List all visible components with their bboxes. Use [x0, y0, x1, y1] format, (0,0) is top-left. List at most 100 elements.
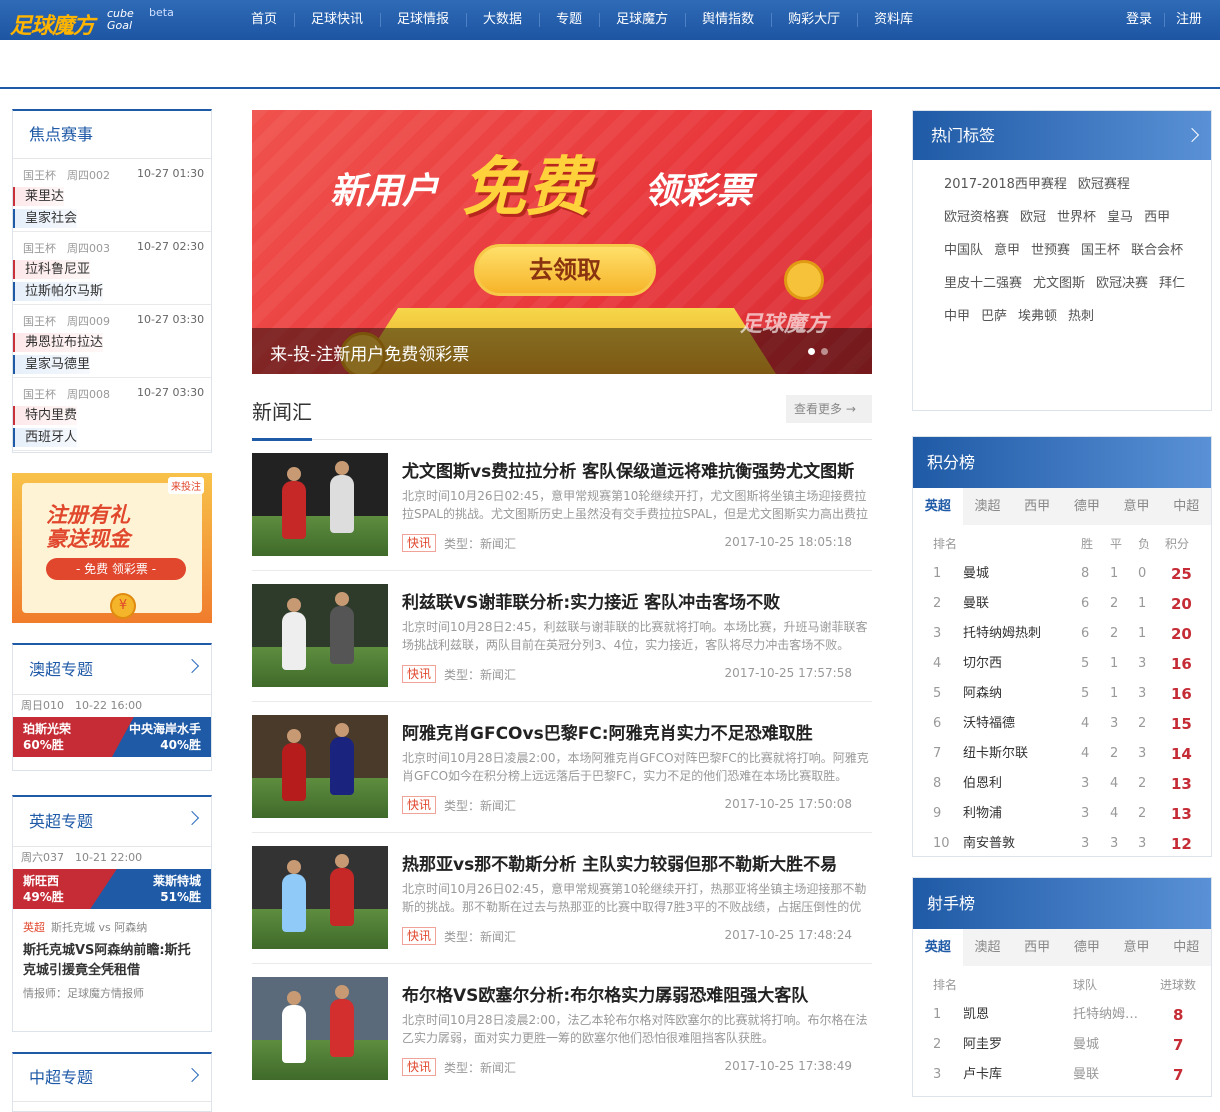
- hot-tag[interactable]: 世界杯: [1057, 209, 1096, 227]
- scorer-row[interactable]: 2 阿圭罗 曼城 7: [913, 1030, 1211, 1060]
- epl-special-header[interactable]: 英超专题: [13, 797, 211, 847]
- away-team[interactable]: 皇家马德里: [13, 355, 91, 374]
- hot-tag[interactable]: 拜仁: [1159, 275, 1185, 293]
- player-name[interactable]: 卢卡库: [963, 1060, 1002, 1090]
- nav-item[interactable]: 舆情指数: [685, 0, 771, 40]
- standings-row[interactable]: 8 伯恩利 3 4 2 13: [913, 769, 1211, 799]
- hot-tag[interactable]: 世预赛: [1031, 242, 1070, 260]
- team-name[interactable]: 伯恩利: [963, 769, 1002, 799]
- home-team[interactable]: 弗恩拉布拉达: [13, 333, 104, 352]
- au-special-header[interactable]: 澳超专题: [13, 645, 211, 695]
- league-tab[interactable]: 澳超: [963, 929, 1013, 966]
- focus-match-row[interactable]: 国王杯 周四009 10-27 03:30 弗恩拉布拉达 皇家马德里: [13, 305, 211, 378]
- news-tag[interactable]: 快讯: [402, 796, 437, 814]
- away-team[interactable]: 西班牙人: [13, 428, 78, 447]
- news-item[interactable]: 尤文图斯vs费拉拉分析 客队保级道远将难抗衡强势尤文图斯 北京时间10月26日02…: [252, 453, 872, 556]
- news-thumbnail[interactable]: [252, 453, 388, 556]
- news-thumbnail[interactable]: [252, 846, 388, 949]
- hot-tag[interactable]: 皇马: [1107, 209, 1133, 227]
- league-tab[interactable]: 意甲: [1112, 929, 1162, 966]
- hot-tag[interactable]: 欧冠赛程: [1078, 176, 1130, 194]
- nav-item[interactable]: 足球情报: [380, 0, 466, 40]
- nav-item[interactable]: 首页: [234, 0, 294, 40]
- league-tab[interactable]: 中超: [1161, 929, 1211, 966]
- hot-tag[interactable]: 中国队: [944, 242, 983, 260]
- news-item[interactable]: 阿雅克肖GFCOvs巴黎FC:阿雅克肖实力不足恐难取胜 北京时间10月28日凌晨2…: [252, 715, 872, 818]
- promo-banner-carousel[interactable]: 新用户 免费 领彩票 去领取 来-投-注新用户免费领彩票 足球魔方: [252, 110, 872, 374]
- standings-row[interactable]: 9 利物浦 3 4 2 13: [913, 799, 1211, 829]
- nav-item[interactable]: 足球魔方: [599, 0, 685, 40]
- hot-tag[interactable]: 尤文图斯: [1033, 275, 1085, 293]
- hot-tag[interactable]: 埃弗顿: [1018, 308, 1057, 326]
- hot-tag[interactable]: 意甲: [994, 242, 1020, 260]
- standings-row[interactable]: 10 南安普敦 3 3 3 12: [913, 829, 1211, 859]
- team-name[interactable]: 曼联: [963, 589, 989, 619]
- hot-tag[interactable]: 热刺: [1068, 308, 1094, 326]
- team-name[interactable]: 纽卡斯尔联: [963, 739, 1028, 769]
- team-name[interactable]: 托特纳姆热刺: [963, 619, 1041, 649]
- standings-row[interactable]: 4 切尔西 5 1 3 16: [913, 649, 1211, 679]
- home-team[interactable]: 拉科鲁尼亚: [13, 260, 91, 279]
- team-name[interactable]: 利物浦: [963, 799, 1002, 829]
- team-name[interactable]: 曼城: [963, 559, 989, 589]
- news-thumbnail[interactable]: [252, 715, 388, 818]
- focus-match-row[interactable]: 国王杯 周四002 10-27 01:30 莱里达 皇家社会: [13, 159, 211, 232]
- news-tag[interactable]: 快讯: [402, 534, 437, 552]
- nav-item[interactable]: 购彩大厅: [771, 0, 857, 40]
- news-tag[interactable]: 快讯: [402, 927, 437, 945]
- hot-tags-header[interactable]: 热门标签: [913, 111, 1211, 160]
- news-tag[interactable]: 快讯: [402, 1058, 437, 1076]
- nav-item[interactable]: 专题: [539, 0, 599, 40]
- hot-tag[interactable]: 欧冠资格赛: [944, 209, 1009, 227]
- team-name[interactable]: 阿森纳: [963, 679, 1002, 709]
- home-team[interactable]: 特内里费: [13, 406, 78, 425]
- league-tab[interactable]: 英超: [913, 929, 963, 966]
- nav-item[interactable]: 大数据: [466, 0, 539, 40]
- register-promo-ad[interactable]: 来投注 注册有礼 豪送现金 - 免费 领彩票 - ¥: [12, 473, 212, 623]
- carousel-dot[interactable]: [821, 348, 828, 355]
- team-name[interactable]: 切尔西: [963, 649, 1002, 679]
- standings-row[interactable]: 5 阿森纳 5 1 3 16: [913, 679, 1211, 709]
- standings-row[interactable]: 1 曼城 8 1 0 25: [913, 559, 1211, 589]
- hot-tag[interactable]: 巴萨: [981, 308, 1007, 326]
- news-title[interactable]: 尤文图斯vs费拉拉分析 客队保级道远将难抗衡强势尤文图斯: [402, 457, 854, 482]
- scorer-row[interactable]: 3 卢卡库 曼联 7: [913, 1060, 1211, 1090]
- epl-win-probability-bar[interactable]: 斯旺西 49%胜 莱斯特城 51%胜: [13, 869, 211, 909]
- hot-tag[interactable]: 国王杯: [1081, 242, 1120, 260]
- au-win-probability-bar[interactable]: 珀斯光荣 60%胜 中央海岸水手 40%胜: [13, 717, 211, 757]
- focus-match-row[interactable]: 国王杯 周四003 10-27 02:30 拉科鲁尼亚 拉斯帕尔马斯: [13, 232, 211, 305]
- news-item[interactable]: 布尔格VS欧塞尔分析:布尔格实力孱弱恐难阻强大客队 北京时间10月28日凌晨2:0…: [252, 977, 872, 1080]
- team-name[interactable]: 南安普敦: [963, 829, 1015, 859]
- league-tab[interactable]: 德甲: [1062, 488, 1112, 525]
- standings-row[interactable]: 3 托特纳姆热刺 6 2 1 20: [913, 619, 1211, 649]
- standings-row[interactable]: 7 纽卡斯尔联 4 2 3 14: [913, 739, 1211, 769]
- league-tab[interactable]: 英超: [913, 488, 963, 525]
- news-title[interactable]: 阿雅克肖GFCOvs巴黎FC:阿雅克肖实力不足恐难取胜: [402, 719, 813, 744]
- epl-news-title[interactable]: 斯托克城VS阿森纳前瞻:斯托克城引援竟全凭租借: [13, 935, 211, 981]
- home-team[interactable]: 莱里达: [13, 187, 65, 206]
- news-item[interactable]: 利兹联VS谢菲联分析:实力接近 客队冲击客场不败 北京时间10月28日2:45，利…: [252, 584, 872, 687]
- team-name[interactable]: 沃特福德: [963, 709, 1015, 739]
- hot-tag[interactable]: 欧冠决赛: [1096, 275, 1148, 293]
- nav-item[interactable]: 资料库: [857, 0, 930, 40]
- news-title[interactable]: 热那亚vs那不勒斯分析 主队实力较弱但那不勒斯大胜不易: [402, 850, 837, 875]
- standings-row[interactable]: 2 曼联 6 2 1 20: [913, 589, 1211, 619]
- news-title[interactable]: 利兹联VS谢菲联分析:实力接近 客队冲击客场不败: [402, 588, 780, 613]
- register-link[interactable]: 注册: [1163, 0, 1214, 40]
- nav-item[interactable]: 足球快讯: [294, 0, 380, 40]
- news-item[interactable]: 热那亚vs那不勒斯分析 主队实力较弱但那不勒斯大胜不易 北京时间10月26日02:…: [252, 846, 872, 949]
- site-logo[interactable]: 足球魔方 cube Goal beta: [10, 4, 180, 39]
- hot-tag[interactable]: 联合会杯: [1131, 242, 1183, 260]
- player-name[interactable]: 阿圭罗: [963, 1030, 1002, 1060]
- carousel-dot[interactable]: [808, 348, 815, 355]
- focus-match-row[interactable]: 国王杯 周四008 10-27 03:30 特内里费 西班牙人: [13, 378, 211, 451]
- hot-tag[interactable]: 2017-2018西甲赛程: [944, 176, 1067, 194]
- view-more-button[interactable]: 查看更多 →: [786, 395, 872, 423]
- csl-special-header[interactable]: 中超专题: [13, 1054, 211, 1102]
- login-link[interactable]: 登录: [1114, 0, 1164, 40]
- hot-tag[interactable]: 中甲: [944, 308, 970, 326]
- away-team[interactable]: 皇家社会: [13, 209, 78, 228]
- scorer-row[interactable]: 1 凯恩 托特纳姆… 8: [913, 1000, 1211, 1030]
- league-tab[interactable]: 西甲: [1012, 929, 1062, 966]
- hot-tag[interactable]: 欧冠: [1020, 209, 1046, 227]
